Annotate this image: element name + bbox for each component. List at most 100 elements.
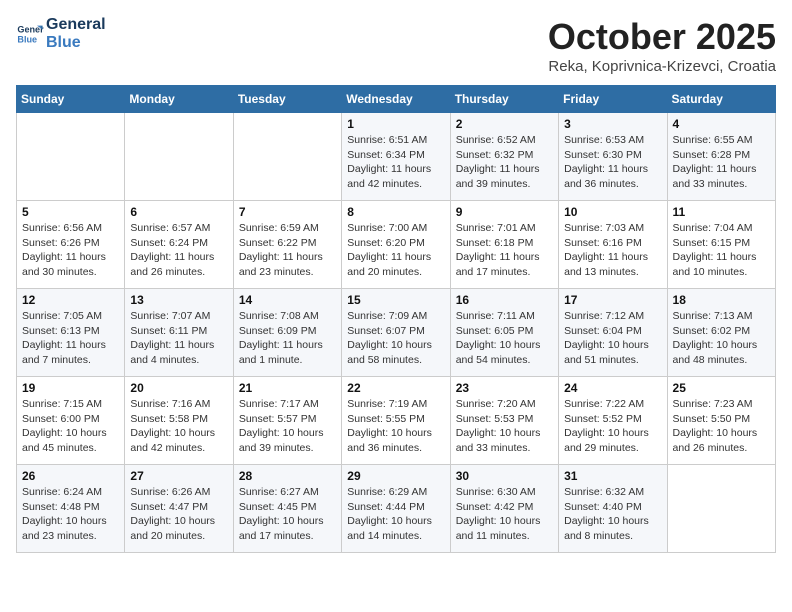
calendar-cell bbox=[17, 113, 125, 201]
day-number: 30 bbox=[456, 469, 553, 483]
weekday-header-saturday: Saturday bbox=[667, 86, 775, 113]
calendar-cell: 21 Sunrise: 7:17 AM Sunset: 5:57 PM Dayli… bbox=[233, 377, 341, 465]
calendar-cell: 31Sunrise: 6:32 AM Sunset: 4:40 PM Dayli… bbox=[559, 465, 667, 553]
calendar-week-row: 12Sunrise: 7:05 AM Sunset: 6:13 PM Dayli… bbox=[17, 289, 776, 377]
day-number: 4 bbox=[673, 117, 770, 131]
day-number: 3 bbox=[564, 117, 661, 131]
calendar-cell: 6 Sunrise: 6:57 AM Sunset: 6:24 PM Daylig… bbox=[125, 201, 233, 289]
calendar-cell: 16 Sunrise: 7:11 AM Sunset: 6:05 PM Dayli… bbox=[450, 289, 558, 377]
day-number: 27 bbox=[130, 469, 227, 483]
calendar-cell: 15 Sunrise: 7:09 AM Sunset: 6:07 PM Dayli… bbox=[342, 289, 450, 377]
calendar-week-row: 19Sunrise: 7:15 AM Sunset: 6:00 PM Dayli… bbox=[17, 377, 776, 465]
svg-text:Blue: Blue bbox=[17, 34, 37, 44]
calendar-week-row: 5 Sunrise: 6:56 AM Sunset: 6:26 PM Daylig… bbox=[17, 201, 776, 289]
weekday-header-monday: Monday bbox=[125, 86, 233, 113]
calendar-cell: 7 Sunrise: 6:59 AM Sunset: 6:22 PM Daylig… bbox=[233, 201, 341, 289]
calendar-cell: 20Sunrise: 7:16 AM Sunset: 5:58 PM Dayli… bbox=[125, 377, 233, 465]
day-info: Sunrise: 7:08 AM Sunset: 6:09 PM Dayligh… bbox=[239, 309, 336, 368]
calendar-cell: 13Sunrise: 7:07 AM Sunset: 6:11 PM Dayli… bbox=[125, 289, 233, 377]
day-number: 1 bbox=[347, 117, 444, 131]
day-info: Sunrise: 6:29 AM Sunset: 4:44 PM Dayligh… bbox=[347, 485, 444, 544]
logo-icon: General Blue bbox=[16, 20, 44, 48]
day-number: 11 bbox=[673, 205, 770, 219]
day-number: 22 bbox=[347, 381, 444, 395]
day-info: Sunrise: 7:12 AM Sunset: 6:04 PM Dayligh… bbox=[564, 309, 661, 368]
calendar-cell bbox=[667, 465, 775, 553]
calendar-cell: 2 Sunrise: 6:52 AM Sunset: 6:32 PM Daylig… bbox=[450, 113, 558, 201]
weekday-header-friday: Friday bbox=[559, 86, 667, 113]
day-info: Sunrise: 7:22 AM Sunset: 5:52 PM Dayligh… bbox=[564, 397, 661, 456]
day-number: 28 bbox=[239, 469, 336, 483]
day-number: 18 bbox=[673, 293, 770, 307]
day-info: Sunrise: 7:23 AM Sunset: 5:50 PM Dayligh… bbox=[673, 397, 770, 456]
calendar-cell: 4 Sunrise: 6:55 AM Sunset: 6:28 PM Daylig… bbox=[667, 113, 775, 201]
calendar-cell: 25 Sunrise: 7:23 AM Sunset: 5:50 PM Dayli… bbox=[667, 377, 775, 465]
calendar-cell: 29 Sunrise: 6:29 AM Sunset: 4:44 PM Dayli… bbox=[342, 465, 450, 553]
day-number: 8 bbox=[347, 205, 444, 219]
day-number: 6 bbox=[130, 205, 227, 219]
day-info: Sunrise: 7:00 AM Sunset: 6:20 PM Dayligh… bbox=[347, 221, 444, 280]
calendar-cell: 28Sunrise: 6:27 AM Sunset: 4:45 PM Dayli… bbox=[233, 465, 341, 553]
day-info: Sunrise: 7:15 AM Sunset: 6:00 PM Dayligh… bbox=[22, 397, 119, 456]
calendar-cell: 19Sunrise: 7:15 AM Sunset: 6:00 PM Dayli… bbox=[17, 377, 125, 465]
day-number: 21 bbox=[239, 381, 336, 395]
day-number: 23 bbox=[456, 381, 553, 395]
calendar-cell bbox=[125, 113, 233, 201]
weekday-header-row: SundayMondayTuesdayWednesdayThursdayFrid… bbox=[17, 86, 776, 113]
title-block: October 2025 Reka, Koprivnica-Krizevci, … bbox=[548, 16, 776, 75]
calendar-cell: 14Sunrise: 7:08 AM Sunset: 6:09 PM Dayli… bbox=[233, 289, 341, 377]
weekday-header-tuesday: Tuesday bbox=[233, 86, 341, 113]
day-number: 5 bbox=[22, 205, 119, 219]
day-number: 16 bbox=[456, 293, 553, 307]
day-info: Sunrise: 6:26 AM Sunset: 4:47 PM Dayligh… bbox=[130, 485, 227, 544]
day-info: Sunrise: 7:03 AM Sunset: 6:16 PM Dayligh… bbox=[564, 221, 661, 280]
month-title: October 2025 bbox=[548, 16, 776, 58]
day-info: Sunrise: 6:53 AM Sunset: 6:30 PM Dayligh… bbox=[564, 133, 661, 192]
calendar-cell: 12Sunrise: 7:05 AM Sunset: 6:13 PM Dayli… bbox=[17, 289, 125, 377]
day-info: Sunrise: 6:55 AM Sunset: 6:28 PM Dayligh… bbox=[673, 133, 770, 192]
day-info: Sunrise: 7:05 AM Sunset: 6:13 PM Dayligh… bbox=[22, 309, 119, 368]
logo-general: General bbox=[46, 16, 106, 34]
weekday-header-thursday: Thursday bbox=[450, 86, 558, 113]
calendar-cell: 17Sunrise: 7:12 AM Sunset: 6:04 PM Dayli… bbox=[559, 289, 667, 377]
calendar-cell: 27 Sunrise: 6:26 AM Sunset: 4:47 PM Dayli… bbox=[125, 465, 233, 553]
calendar-cell: 10Sunrise: 7:03 AM Sunset: 6:16 PM Dayli… bbox=[559, 201, 667, 289]
day-info: Sunrise: 7:07 AM Sunset: 6:11 PM Dayligh… bbox=[130, 309, 227, 368]
day-number: 15 bbox=[347, 293, 444, 307]
weekday-header-wednesday: Wednesday bbox=[342, 86, 450, 113]
day-number: 31 bbox=[564, 469, 661, 483]
day-info: Sunrise: 7:04 AM Sunset: 6:15 PM Dayligh… bbox=[673, 221, 770, 280]
page-header: General Blue General Blue October 2025 R… bbox=[16, 16, 776, 75]
day-info: Sunrise: 6:59 AM Sunset: 6:22 PM Dayligh… bbox=[239, 221, 336, 280]
day-number: 2 bbox=[456, 117, 553, 131]
logo-blue: Blue bbox=[46, 34, 106, 52]
calendar-cell: 11 Sunrise: 7:04 AM Sunset: 6:15 PM Dayli… bbox=[667, 201, 775, 289]
calendar-cell bbox=[233, 113, 341, 201]
day-number: 26 bbox=[22, 469, 119, 483]
location-subtitle: Reka, Koprivnica-Krizevci, Croatia bbox=[548, 58, 776, 75]
day-info: Sunrise: 7:09 AM Sunset: 6:07 PM Dayligh… bbox=[347, 309, 444, 368]
day-info: Sunrise: 6:56 AM Sunset: 6:26 PM Dayligh… bbox=[22, 221, 119, 280]
day-info: Sunrise: 7:01 AM Sunset: 6:18 PM Dayligh… bbox=[456, 221, 553, 280]
day-number: 9 bbox=[456, 205, 553, 219]
calendar-cell: 18Sunrise: 7:13 AM Sunset: 6:02 PM Dayli… bbox=[667, 289, 775, 377]
day-number: 25 bbox=[673, 381, 770, 395]
day-info: Sunrise: 6:57 AM Sunset: 6:24 PM Dayligh… bbox=[130, 221, 227, 280]
calendar-cell: 30Sunrise: 6:30 AM Sunset: 4:42 PM Dayli… bbox=[450, 465, 558, 553]
day-number: 7 bbox=[239, 205, 336, 219]
weekday-header-sunday: Sunday bbox=[17, 86, 125, 113]
day-info: Sunrise: 6:52 AM Sunset: 6:32 PM Dayligh… bbox=[456, 133, 553, 192]
day-number: 29 bbox=[347, 469, 444, 483]
day-number: 24 bbox=[564, 381, 661, 395]
day-info: Sunrise: 7:17 AM Sunset: 5:57 PM Dayligh… bbox=[239, 397, 336, 456]
calendar-cell: 1 Sunrise: 6:51 AM Sunset: 6:34 PM Daylig… bbox=[342, 113, 450, 201]
day-info: Sunrise: 6:51 AM Sunset: 6:34 PM Dayligh… bbox=[347, 133, 444, 192]
calendar-table: SundayMondayTuesdayWednesdayThursdayFrid… bbox=[16, 85, 776, 553]
calendar-cell: 22 Sunrise: 7:19 AM Sunset: 5:55 PM Dayli… bbox=[342, 377, 450, 465]
day-info: Sunrise: 7:16 AM Sunset: 5:58 PM Dayligh… bbox=[130, 397, 227, 456]
day-info: Sunrise: 7:11 AM Sunset: 6:05 PM Dayligh… bbox=[456, 309, 553, 368]
day-info: Sunrise: 7:19 AM Sunset: 5:55 PM Dayligh… bbox=[347, 397, 444, 456]
calendar-week-row: 1 Sunrise: 6:51 AM Sunset: 6:34 PM Daylig… bbox=[17, 113, 776, 201]
calendar-cell: 5 Sunrise: 6:56 AM Sunset: 6:26 PM Daylig… bbox=[17, 201, 125, 289]
calendar-cell: 26Sunrise: 6:24 AM Sunset: 4:48 PM Dayli… bbox=[17, 465, 125, 553]
